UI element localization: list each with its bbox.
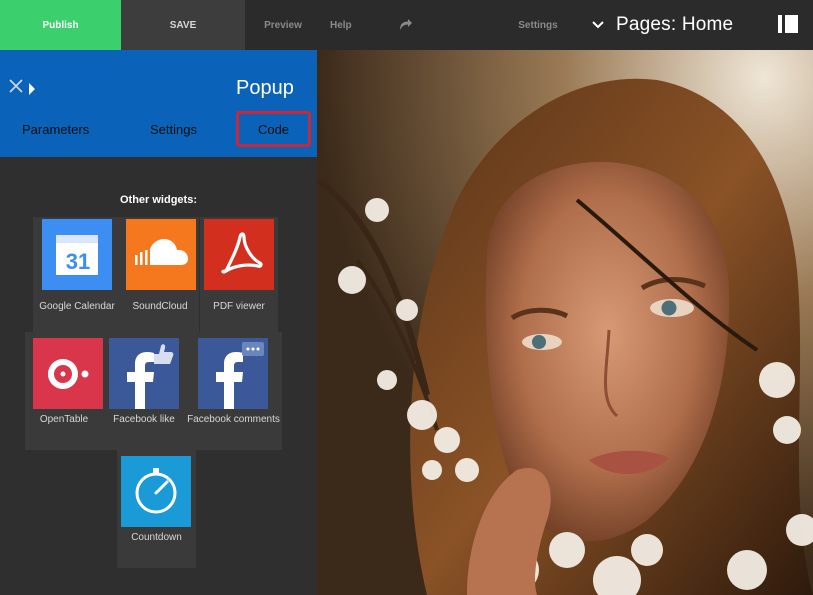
facebook-like-icon [109, 338, 179, 409]
widget-soundcloud[interactable]: SoundCloud [121, 217, 199, 332]
opentable-icon [33, 338, 103, 409]
svg-text:31: 31 [66, 249, 90, 274]
widget-label: Facebook comments [187, 414, 280, 425]
pages-label: Pages: Home [616, 14, 734, 35]
tab-code[interactable]: Code [236, 111, 311, 147]
help-button[interactable]: Help [330, 0, 390, 50]
redo-icon [400, 19, 412, 30]
canvas-area[interactable] [317, 50, 813, 595]
widget-label: SoundCloud [132, 301, 188, 312]
pages-dropdown[interactable]: Pages: Home [592, 0, 733, 50]
preview-button[interactable]: Preview [252, 0, 314, 50]
stopwatch-icon [121, 456, 191, 527]
save-button[interactable]: SAVE [121, 0, 245, 50]
redo-button[interactable] [393, 0, 419, 50]
widget-facebook-like[interactable]: Facebook like [103, 332, 185, 450]
widget-label: Facebook like [113, 414, 175, 425]
portrait-photo [317, 50, 813, 595]
tab-parameters[interactable]: Parameters [22, 122, 89, 137]
widget-opentable[interactable]: OpenTable [25, 332, 103, 450]
publish-button[interactable]: Publish [0, 0, 121, 50]
help-label: Help [330, 19, 352, 31]
close-icon[interactable] [8, 78, 24, 94]
chevron-down-icon [592, 21, 604, 29]
calendar-icon: 31 [42, 219, 112, 290]
widget-label: PDF viewer [213, 301, 265, 312]
widget-panel: Popup Parameters Settings Code Other wid… [0, 50, 317, 595]
pdf-icon [204, 219, 274, 290]
settings-button[interactable]: Settings [508, 0, 568, 50]
facebook-icon [198, 338, 268, 409]
widget-google-calendar[interactable]: 31 Google Calendar [33, 217, 121, 332]
panel-title: Popup [236, 77, 294, 99]
other-widgets-heading: Other widgets: [119, 194, 197, 206]
top-toolbar: Publish SAVE Preview Help Settings Pages… [0, 0, 813, 50]
widget-pdf-viewer[interactable]: PDF viewer [200, 217, 278, 332]
expand-arrow-icon[interactable] [29, 83, 35, 95]
tab-settings[interactable]: Settings [150, 122, 197, 137]
panel-toggle-icon[interactable] [778, 15, 798, 33]
widget-label: OpenTable [39, 414, 89, 425]
widget-facebook-comments[interactable]: Facebook comments [185, 332, 282, 450]
widget-label: Google Calendar [39, 301, 115, 312]
widget-countdown[interactable]: Countdown [117, 450, 196, 568]
soundcloud-icon [126, 219, 196, 290]
panel-header: Popup Parameters Settings Code [0, 50, 317, 157]
widget-label: Countdown [131, 532, 182, 543]
